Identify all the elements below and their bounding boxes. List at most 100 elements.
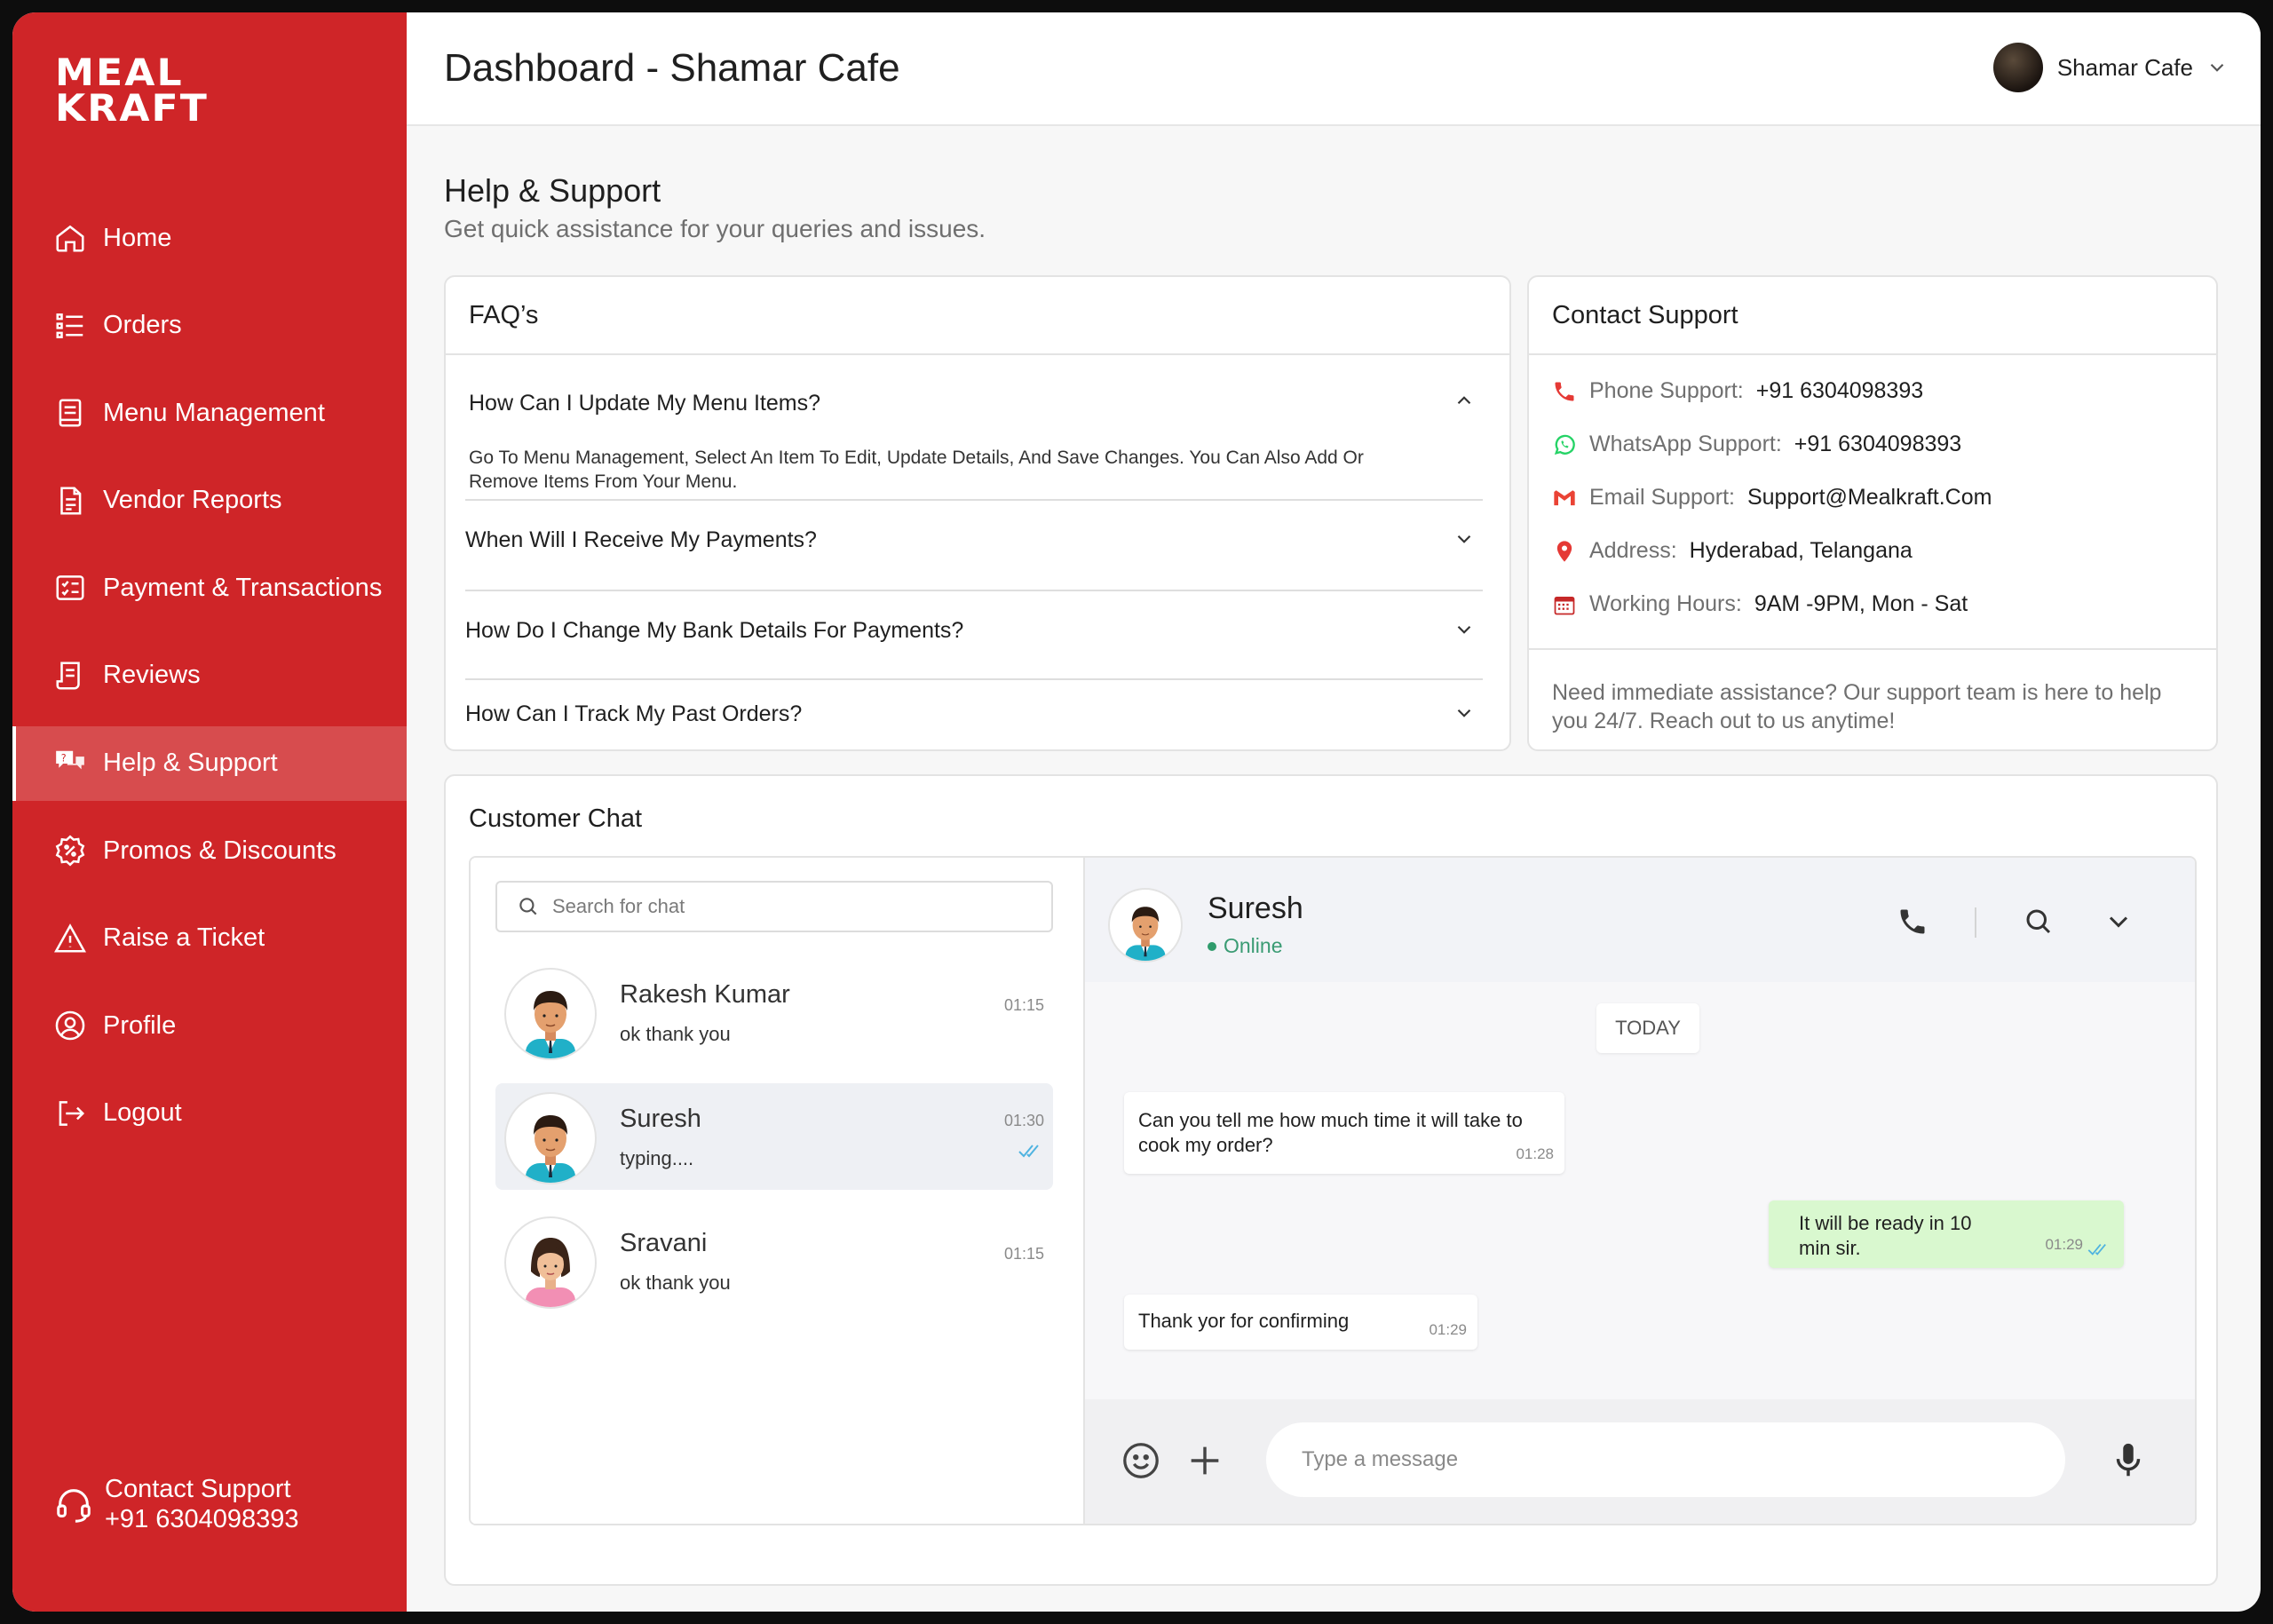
sidebar-item-label: Logout (103, 1098, 182, 1128)
faq-card: FAQ’s How Can I Update My Menu Items? Go… (444, 275, 1511, 751)
chevron-down-icon[interactable] (1453, 618, 1476, 641)
chevron-down-icon[interactable] (1453, 701, 1476, 725)
online-status: Online (1208, 934, 1282, 958)
sidebar-item-label: Profile (103, 1010, 177, 1040)
chat-contact-item[interactable]: Suresh typing.... 01:30 (495, 1083, 1053, 1190)
chevron-down-icon[interactable] (1453, 527, 1476, 551)
double-check-icon (1018, 1145, 1039, 1158)
discount-badge-icon (55, 835, 85, 867)
male-avatar-icon (526, 1115, 575, 1183)
divider (1975, 907, 1976, 938)
location-pin-icon (1556, 540, 1572, 562)
sidebar-item-reviews[interactable]: Reviews (12, 638, 407, 713)
faq-question: When Will I Receive My Payments? (465, 527, 817, 552)
chat-search[interactable] (495, 881, 1053, 932)
sidebar-contact-support[interactable]: Contact Support +91 6304098393 (53, 1474, 299, 1534)
search-icon[interactable] (2023, 906, 2055, 938)
emoji-icon[interactable] (1121, 1440, 1161, 1481)
help-chat-icon: ? (56, 750, 84, 769)
sidebar-item-profile[interactable]: Profile (12, 988, 407, 1063)
contact-row-phone[interactable]: Phone Support: +91 6304098393 (1552, 378, 1923, 404)
contact-name: Rakesh Kumar (620, 980, 790, 1009)
message-time: 01:29 (1429, 1321, 1467, 1338)
customer-chat-card: Customer Chat Rakesh Kumar ok thank you … (444, 774, 2218, 1586)
contact-title: Contact Support (1529, 277, 2216, 355)
section-title: Help & Support (444, 172, 661, 209)
chat-contact-item[interactable]: Rakesh Kumar ok thank you 01:15 (495, 959, 1053, 1066)
faq-item[interactable]: How Do I Change My Bank Details For Paym… (465, 591, 1483, 680)
contact-name: Suresh (620, 1105, 701, 1133)
contact-label: Phone Support: (1589, 378, 1744, 403)
logo-line-1: MEAL (55, 51, 184, 94)
faq-title: FAQ’s (446, 277, 1509, 355)
contact-time: 01:15 (1003, 1245, 1044, 1263)
list-icon (56, 313, 83, 338)
contact-label: Working Hours: (1589, 591, 1742, 616)
faq-question: How Can I Track My Past Orders? (465, 701, 803, 726)
receipt-icon (56, 661, 80, 690)
conversation-header: Suresh Online (1085, 858, 2195, 982)
user-circle-icon (55, 1011, 85, 1041)
faq-item[interactable]: How Can I Update My Menu Items? Go To Me… (465, 369, 1483, 501)
contact-last-message: ok thank you (620, 1023, 731, 1045)
sidebar-item-raise-ticket[interactable]: Raise a Ticket (12, 901, 407, 976)
message-input[interactable] (1266, 1422, 2065, 1497)
double-check-icon (2087, 1244, 2106, 1256)
menu-book-icon (59, 399, 82, 427)
chat-list: Rakesh Kumar ok thank you 01:15 Suresh t… (471, 858, 1085, 1524)
contact-value: 9AM -9PM, Mon - Sat (1754, 591, 1968, 616)
faq-item[interactable]: How Can I Track My Past Orders? (465, 680, 1483, 749)
contact-row-email[interactable]: Email Support: Support@Mealkraft.Com (1552, 485, 1992, 511)
microphone-icon[interactable] (2108, 1440, 2149, 1481)
sidebar: MEAL KRAFT Home Orders Menu Management V… (12, 12, 407, 1612)
faq-item[interactable]: When Will I Receive My Payments? (465, 501, 1483, 591)
document-icon (60, 487, 82, 515)
headset-icon (57, 1489, 91, 1523)
sidebar-item-promos[interactable]: Promos & Discounts (12, 813, 407, 888)
sidebar-item-label: Raise a Ticket (103, 923, 265, 953)
sidebar-item-home[interactable]: Home (12, 201, 407, 275)
sidebar-item-menu-management[interactable]: Menu Management (12, 376, 407, 450)
male-avatar-icon (526, 991, 575, 1058)
page-title: Dashboard - Shamar Cafe (444, 46, 900, 90)
contact-value: +91 6304098393 (1794, 432, 1962, 456)
chevron-up-icon[interactable] (1453, 389, 1476, 412)
female-avatar-icon (526, 1238, 575, 1307)
conversation-name: Suresh (1208, 891, 1303, 925)
plus-icon[interactable] (1184, 1440, 1225, 1481)
contact-last-message: typing.... (620, 1147, 694, 1169)
message-text: It will be ready in 10 min sir. (1799, 1212, 1972, 1259)
avatar (504, 1216, 597, 1309)
sidebar-item-orders[interactable]: Orders (12, 289, 407, 363)
mealkraft-logo[interactable]: MEAL KRAFT (55, 54, 207, 127)
contact-support-card: Contact Support Phone Support: +91 63040… (1527, 275, 2218, 751)
message-time: 01:28 (1516, 1145, 1554, 1162)
sidebar-item-vendor-reports[interactable]: Vendor Reports (12, 463, 407, 538)
sidebar-item-label: Home (103, 223, 172, 252)
sidebar-item-payments[interactable]: Payment & Transactions (12, 551, 407, 625)
chevron-down-icon[interactable] (2103, 906, 2134, 938)
message-text: Can you tell me how much time it will ta… (1138, 1109, 1523, 1156)
search-input[interactable] (552, 895, 1014, 918)
message-incoming: Can you tell me how much time it will ta… (1124, 1092, 1564, 1174)
chat-contact-item[interactable]: Sravani ok thank you 01:15 (495, 1208, 1053, 1314)
contact-label: Email Support: (1589, 485, 1735, 510)
phone-call-icon[interactable] (1897, 906, 1928, 938)
contact-time: 01:30 (1003, 1112, 1044, 1129)
home-icon (56, 225, 84, 252)
sidebar-item-label: Payment & Transactions (103, 573, 383, 602)
sidebar-item-logout[interactable]: Logout (12, 1076, 407, 1151)
avatar (1992, 43, 2043, 92)
sidebar-nav: Home Orders Menu Management Vendor Repor… (12, 201, 407, 1164)
faq-question: How Can I Update My Menu Items? (469, 391, 820, 416)
user-menu[interactable]: Shamar Cafe (1992, 43, 2229, 92)
conversation-pane: Suresh Online TODAY Can you tell me how … (1085, 858, 2195, 1524)
sidebar-item-label: Help & Support (103, 749, 278, 778)
search-icon (519, 898, 537, 915)
contact-name: Sravani (620, 1229, 708, 1257)
avatar (504, 968, 597, 1060)
sidebar-item-help-support[interactable]: ? Help & Support (12, 725, 407, 801)
contact-label: Address: (1589, 538, 1677, 563)
contact-row-whatsapp[interactable]: WhatsApp Support: +91 6304098393 (1552, 432, 1961, 457)
gmail-icon (1554, 489, 1575, 505)
